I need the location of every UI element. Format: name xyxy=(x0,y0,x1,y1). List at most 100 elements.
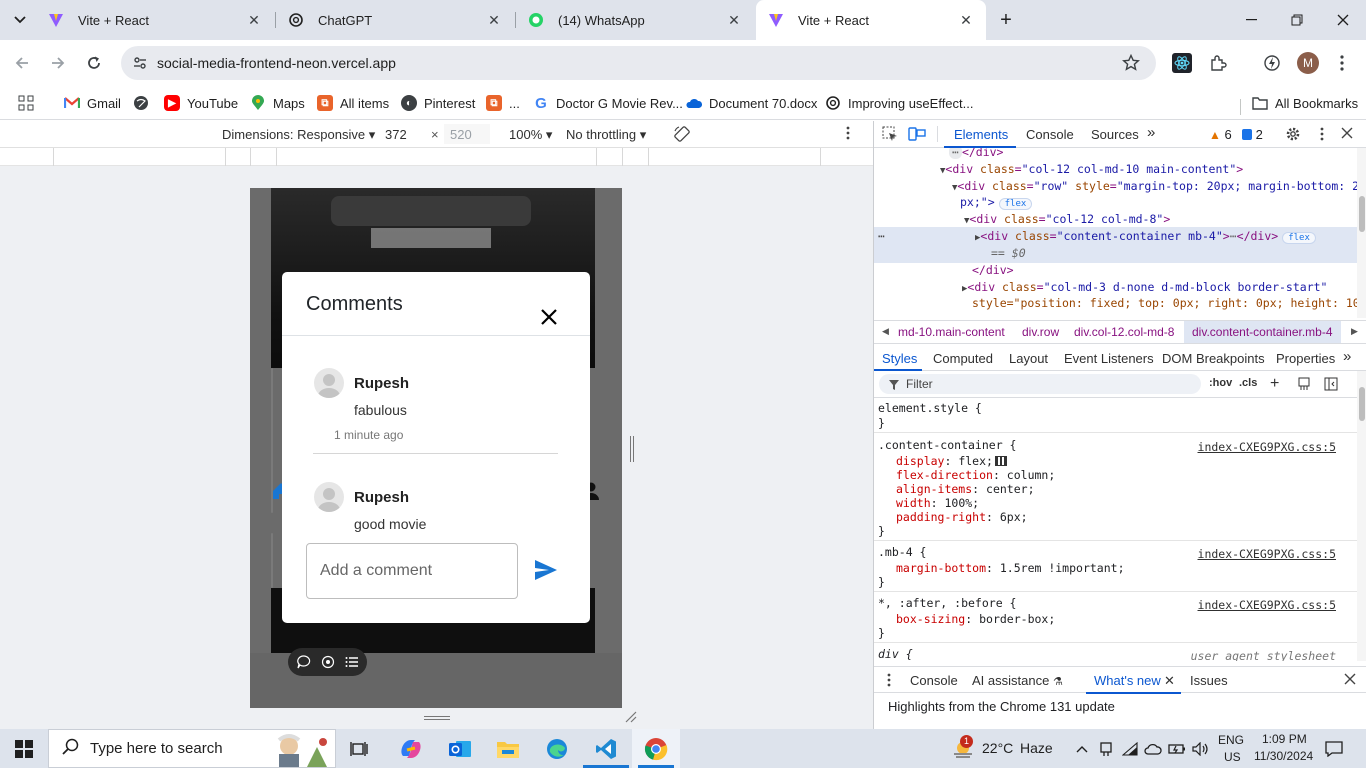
breadcrumb-item[interactable]: div.row xyxy=(1022,325,1059,339)
copilot-icon[interactable] xyxy=(397,735,425,763)
new-tab-button[interactable]: + xyxy=(994,8,1018,32)
tab-search-icon[interactable] xyxy=(8,8,32,32)
toggle-sidebar-icon[interactable] xyxy=(1324,377,1338,394)
dimensions-dropdown[interactable]: Dimensions: Responsive ▾ xyxy=(222,127,375,143)
css-declaration[interactable]: align-items: center; xyxy=(896,482,1035,496)
rotate-icon[interactable] xyxy=(673,125,691,146)
bookmark-doctor-g[interactable]: G Doctor G Movie Rev... xyxy=(533,92,683,114)
taskbar-search-box[interactable]: Type here to search xyxy=(48,729,336,768)
breadcrumb-left-icon[interactable]: ◀ xyxy=(882,326,889,337)
cls-toggle[interactable]: .cls xyxy=(1239,377,1257,389)
dom-line[interactable]: </div> xyxy=(972,263,1014,277)
close-tab-icon[interactable]: ✕ xyxy=(958,12,974,29)
css-declaration[interactable]: display: flex; xyxy=(896,454,1007,468)
browser-menu-icon[interactable] xyxy=(1328,49,1356,77)
css-declaration[interactable]: flex-direction: column; xyxy=(896,468,1055,482)
back-button[interactable] xyxy=(8,49,36,77)
css-source-link[interactable]: index-CXEG9PXG.css:5 xyxy=(1198,440,1336,454)
close-icon[interactable] xyxy=(536,304,562,330)
windows-start-icon[interactable] xyxy=(10,735,38,763)
resize-handle-bottom[interactable] xyxy=(424,716,450,720)
resize-handle-corner[interactable] xyxy=(625,711,637,726)
bookmark-youtube[interactable]: ▶ YouTube xyxy=(164,92,238,114)
css-declaration[interactable]: width: 100%; xyxy=(896,496,979,510)
zoom-dropdown[interactable]: 100% ▾ xyxy=(509,127,552,143)
width-input[interactable]: 372 xyxy=(379,124,428,144)
notifications-icon[interactable] xyxy=(1320,735,1348,763)
comment-input[interactable] xyxy=(306,543,518,599)
styles-scrollbar[interactable] xyxy=(1357,371,1366,661)
tab-elements[interactable]: Elements xyxy=(954,127,1008,142)
bookmark-star-icon[interactable] xyxy=(1122,53,1140,75)
dom-line[interactable]: ▼<div class="row" style="margin-top: 20p… xyxy=(952,179,1357,193)
dom-line[interactable]: ▶<div class="col-md-3 d-none d-md-block … xyxy=(962,280,1327,294)
new-style-rule-icon[interactable]: + xyxy=(1270,375,1279,393)
tab-sources[interactable]: Sources xyxy=(1091,127,1139,142)
chat-bubble-icon[interactable] xyxy=(297,655,311,672)
weather-widget[interactable]: 1 22°C Haze xyxy=(950,729,1060,768)
eye-icon[interactable] xyxy=(321,655,335,672)
breadcrumb-right-icon[interactable]: ▶ xyxy=(1351,326,1358,337)
browser-tab[interactable]: Vite + React ✕ xyxy=(36,0,274,40)
css-declaration[interactable]: padding-right: 6px; xyxy=(896,510,1028,524)
device-toggle-icon[interactable] xyxy=(908,126,926,145)
breadcrumb-item[interactable]: md-10.main-content xyxy=(898,325,1005,339)
warnings-indicator[interactable]: ▲ 6 xyxy=(1209,127,1232,142)
bookmark-pinterest[interactable]: ◐ Pinterest xyxy=(401,92,475,114)
clock-time[interactable]: 1:09 PM xyxy=(1262,732,1307,746)
task-view-icon[interactable] xyxy=(346,735,374,763)
breadcrumb-item-active[interactable]: div.content-container.mb-4 xyxy=(1184,321,1341,343)
edge-browser-icon[interactable] xyxy=(543,735,571,763)
filter-input[interactable]: Filter xyxy=(879,374,1201,394)
dom-scrollbar[interactable] xyxy=(1357,148,1366,318)
subtab-layout[interactable]: Layout xyxy=(1009,351,1048,366)
browser-tab-active[interactable]: Vite + React ✕ xyxy=(756,0,986,40)
send-icon[interactable] xyxy=(534,559,558,584)
flex-badge[interactable]: flex xyxy=(1282,232,1316,244)
react-devtools-icon[interactable] xyxy=(1168,49,1196,77)
whats-new-headline[interactable]: Highlights from the Chrome 131 update xyxy=(888,699,1115,714)
minimize-button[interactable] xyxy=(1228,0,1274,40)
more-tabs-button[interactable]: » xyxy=(1147,124,1155,141)
browser-tab[interactable]: (14) WhatsApp ✕ xyxy=(516,0,754,40)
dom-line[interactable]: style="position: fixed; top: 0px; right:… xyxy=(972,296,1357,310)
outlook-icon[interactable] xyxy=(446,735,474,763)
restore-button[interactable] xyxy=(1274,0,1320,40)
css-rule-selector[interactable]: div { xyxy=(878,647,913,661)
css-source-link[interactable]: index-CXEG9PXG.css:5 xyxy=(1198,598,1336,612)
bookmark-document[interactable]: Document 70.docx xyxy=(686,92,817,114)
close-tab-icon[interactable]: ✕ xyxy=(246,12,262,29)
inspect-element-icon[interactable] xyxy=(882,126,898,145)
dom-line-actions-icon[interactable]: ⋯ xyxy=(878,229,885,243)
css-rule-selector[interactable]: .mb-4 { xyxy=(878,545,926,559)
chrome-taskbar-button[interactable] xyxy=(632,729,680,768)
close-tab-icon[interactable]: ✕ xyxy=(486,12,502,29)
file-explorer-icon[interactable] xyxy=(494,735,522,763)
dom-line[interactable]: ▼<div class="col-12 col-md-8"> xyxy=(964,212,1170,226)
reload-button[interactable] xyxy=(80,49,108,77)
more-subtabs-button[interactable]: » xyxy=(1343,348,1351,365)
drawer-tab-whats-new[interactable]: What's new xyxy=(1094,673,1161,688)
drawer-tab-ai-assistance[interactable]: AI assistance ⚗ xyxy=(972,673,1063,688)
dom-line[interactable]: ▶<div class="content-container mb-4">⋯</… xyxy=(975,229,1316,244)
subtab-computed[interactable]: Computed xyxy=(933,351,993,366)
performance-icon[interactable] xyxy=(1258,49,1286,77)
tab-console[interactable]: Console xyxy=(1026,127,1074,142)
close-drawer-icon[interactable] xyxy=(1344,673,1356,688)
subtab-properties[interactable]: Properties xyxy=(1276,351,1335,366)
bookmark-maps[interactable]: Maps xyxy=(250,92,305,114)
subtab-styles[interactable]: Styles xyxy=(882,351,917,366)
css-rule-selector[interactable]: .content-container { xyxy=(878,438,1016,452)
bookmark-gmail[interactable]: Gmail xyxy=(64,92,121,114)
apps-grid-icon[interactable] xyxy=(18,92,34,114)
bookmark-ellipsis[interactable]: ⧉ ... xyxy=(486,92,520,114)
css-source-link[interactable]: index-CXEG9PXG.css:5 xyxy=(1198,547,1336,561)
close-devtools-icon[interactable] xyxy=(1341,127,1353,142)
forward-button[interactable] xyxy=(44,49,72,77)
breadcrumb-item[interactable]: div.col-12.col-md-8 xyxy=(1074,325,1174,339)
resize-handle-right[interactable] xyxy=(630,436,634,462)
scrollbar-thumb[interactable] xyxy=(1359,387,1365,421)
extensions-icon[interactable] xyxy=(1204,49,1232,77)
scrollbar-thumb[interactable] xyxy=(1359,196,1365,232)
close-tab-icon[interactable]: ✕ xyxy=(726,12,742,29)
